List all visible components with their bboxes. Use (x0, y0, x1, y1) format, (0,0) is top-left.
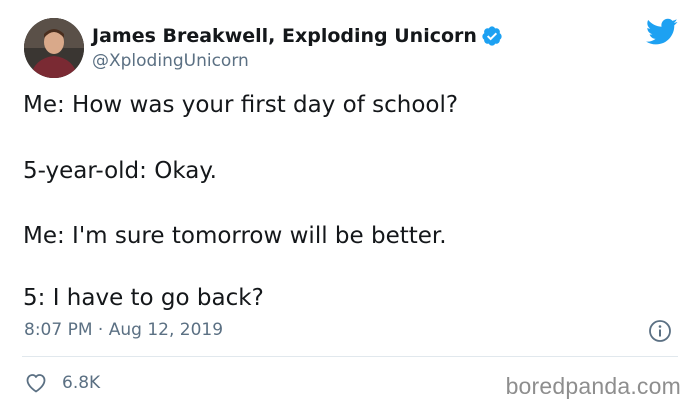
tweet-date: Aug 12, 2019 (108, 320, 224, 340)
verified-badge-icon (482, 25, 502, 46)
heart-icon (26, 374, 46, 393)
tweet-timestamp[interactable]: 8:07 PM · Aug 12, 2019 (24, 318, 223, 342)
meta-separator: · (97, 320, 104, 340)
tweet-line: 5-year-old: Okay. (23, 158, 217, 184)
tweet-header: James Breakwell, Exploding Unicorn @Xplo… (24, 18, 503, 78)
info-icon[interactable] (648, 319, 672, 343)
tweet-line: Me: How was your first day of school? (23, 92, 459, 118)
like-button[interactable]: 6.8K (24, 371, 100, 395)
watermark: boredpanda.com (505, 373, 681, 399)
author-name-row: James Breakwell, Exploding Unicorn (92, 24, 503, 48)
author-name[interactable]: James Breakwell, Exploding Unicorn (92, 24, 477, 48)
tweet-time: 8:07 PM (24, 320, 93, 340)
like-count: 6.8K (62, 373, 101, 393)
twitter-bird-icon[interactable] (646, 18, 678, 46)
divider (22, 356, 678, 357)
tweet-line: 5: I have to go back? (23, 285, 264, 311)
author-handle[interactable]: @XplodingUnicorn (92, 49, 503, 73)
tweet-card: James Breakwell, Exploding Unicorn @Xplo… (0, 0, 700, 410)
tweet-line: Me: I'm sure tomorrow will be better. (23, 223, 447, 249)
author-info: James Breakwell, Exploding Unicorn @Xplo… (92, 24, 503, 73)
avatar[interactable] (24, 18, 84, 78)
